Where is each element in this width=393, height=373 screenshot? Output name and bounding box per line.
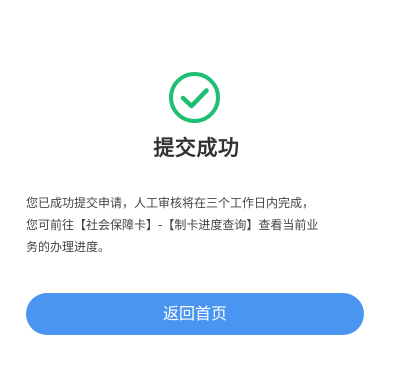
page-title: 提交成功 <box>153 136 240 160</box>
submission-success-page: 提交成功 您已成功提交申请，人工审核将在三个工作日内完成， 您可前往【社会保障卡… <box>0 0 393 373</box>
message-line: 您已成功提交申请，人工审核将在三个工作日内完成， <box>26 196 315 210</box>
message-line: 务的办理进度。 <box>26 240 111 254</box>
check-circle-icon <box>168 71 221 124</box>
message-line: 您可前往【社会保障卡】-【制卡进度查询】查看当前业 <box>26 218 319 232</box>
back-to-home-button[interactable]: 返回首页 <box>26 293 364 335</box>
success-message: 您已成功提交申请，人工审核将在三个工作日内完成， 您可前往【社会保障卡】-【制卡… <box>26 192 371 258</box>
